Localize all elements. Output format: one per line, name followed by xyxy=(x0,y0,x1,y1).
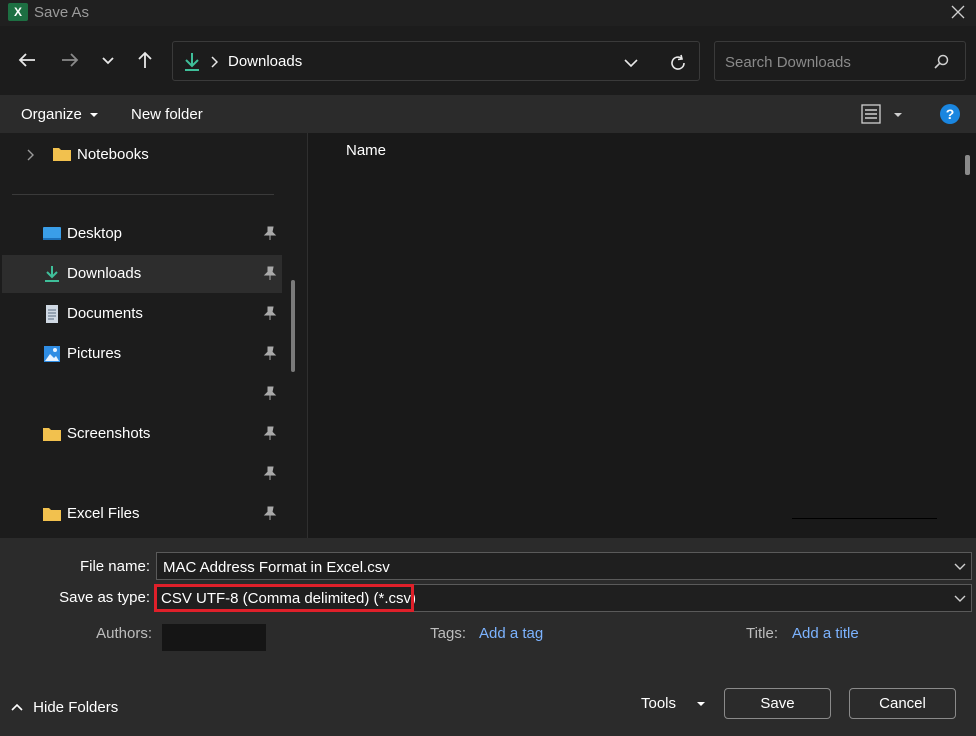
tools-label: Tools xyxy=(641,695,677,712)
nav-item-unlabeled-2[interactable] xyxy=(2,455,282,493)
save-button[interactable]: Save xyxy=(724,688,831,719)
file-name-field[interactable] xyxy=(156,552,972,580)
details-view-icon xyxy=(861,104,881,124)
nav-scrollbar[interactable] xyxy=(291,280,295,372)
add-title-link[interactable]: Add a title xyxy=(792,625,859,642)
authors-field[interactable] xyxy=(162,624,266,651)
folder-icon xyxy=(43,508,61,521)
file-list-scrollbar[interactable] xyxy=(965,155,970,175)
file-list-pane[interactable] xyxy=(307,133,976,538)
nav-item-screenshots[interactable]: Screenshots xyxy=(2,415,282,453)
pin-icon xyxy=(263,306,277,320)
title-bar xyxy=(0,0,976,26)
document-icon xyxy=(46,305,58,323)
pin-icon xyxy=(263,266,277,280)
pictures-icon xyxy=(44,346,60,362)
hide-folders-button[interactable]: Hide Folders xyxy=(10,699,118,716)
chevron-down-icon[interactable] xyxy=(954,593,966,603)
nav-item-pictures[interactable]: Pictures xyxy=(2,335,282,373)
pin-icon xyxy=(263,386,277,400)
save-type-label: Save as type: xyxy=(59,589,150,606)
nav-item-notebooks[interactable]: Notebooks xyxy=(24,144,304,166)
close-icon xyxy=(951,5,965,19)
search-box[interactable] xyxy=(714,41,966,81)
expand-chevron-icon[interactable] xyxy=(26,148,36,162)
organize-label: Organize xyxy=(21,106,82,123)
hide-folders-label: Hide Folders xyxy=(33,699,119,716)
nav-label-desktop: Desktop xyxy=(67,225,123,242)
download-icon xyxy=(45,266,59,282)
up-button[interactable] xyxy=(133,50,157,74)
nav-divider xyxy=(12,194,274,195)
breadcrumb-downloads[interactable]: Downloads xyxy=(228,53,302,70)
column-header-name[interactable]: Name xyxy=(346,142,386,159)
download-icon xyxy=(185,53,199,71)
nav-label-screenshots: Screenshots xyxy=(67,425,151,442)
nav-item-excel-files[interactable]: Excel Files xyxy=(2,495,282,533)
view-options-button[interactable] xyxy=(861,104,905,126)
chevron-down-icon[interactable] xyxy=(954,561,966,571)
horizontal-scroll-track xyxy=(792,518,937,519)
arrow-left-icon xyxy=(18,53,35,67)
pin-icon xyxy=(263,226,277,240)
authors-label: Authors: xyxy=(96,625,152,642)
caret-down-icon xyxy=(894,113,902,117)
refresh-icon[interactable] xyxy=(668,53,688,73)
pin-icon xyxy=(263,346,277,360)
nav-item-desktop[interactable]: Desktop xyxy=(2,215,282,253)
arrow-right-icon xyxy=(62,53,79,67)
folder-icon xyxy=(53,148,71,161)
nav-label-pictures: Pictures xyxy=(67,345,122,362)
organize-menu[interactable]: Organize xyxy=(21,106,99,123)
title-label: Title: xyxy=(746,625,778,642)
save-type-highlight xyxy=(154,584,414,612)
forward-button[interactable] xyxy=(57,50,83,74)
pin-icon xyxy=(263,426,277,440)
address-dropdown-icon[interactable] xyxy=(623,55,639,71)
window-title: Save As xyxy=(34,4,90,21)
chevron-down-icon xyxy=(102,57,114,65)
pin-icon xyxy=(263,506,277,520)
nav-item-documents[interactable]: Documents xyxy=(2,295,282,333)
back-button[interactable] xyxy=(14,50,40,74)
caret-down-icon xyxy=(697,702,706,706)
recent-locations-button[interactable] xyxy=(98,52,118,72)
nav-label-downloads: Downloads xyxy=(67,265,142,282)
add-tag-link[interactable]: Add a tag xyxy=(479,625,543,642)
pin-icon xyxy=(263,466,277,480)
close-button[interactable] xyxy=(946,1,970,23)
nav-label-excel-files: Excel Files xyxy=(67,505,140,522)
tags-label: Tags: xyxy=(430,625,466,642)
chevron-up-icon xyxy=(11,703,23,711)
nav-label-notebooks: Notebooks xyxy=(77,146,149,163)
nav-label-documents: Documents xyxy=(67,305,143,322)
file-name-label: File name: xyxy=(79,558,150,575)
arrow-up-icon xyxy=(138,51,152,68)
caret-down-icon xyxy=(90,113,99,117)
search-icon xyxy=(934,54,949,69)
excel-app-icon: X xyxy=(8,3,28,21)
cancel-button[interactable]: Cancel xyxy=(849,688,956,719)
search-input[interactable] xyxy=(723,51,927,73)
tools-menu[interactable]: Tools xyxy=(641,695,706,712)
folder-icon xyxy=(43,428,61,441)
nav-item-unlabeled-1[interactable] xyxy=(2,375,282,413)
file-name-input[interactable] xyxy=(163,557,933,577)
desktop-icon xyxy=(43,227,61,240)
address-bar[interactable]: Downloads xyxy=(172,41,700,81)
chevron-right-icon xyxy=(211,56,218,68)
nav-item-downloads[interactable]: Downloads xyxy=(2,255,282,293)
help-button[interactable]: ? xyxy=(940,104,960,124)
new-folder-button[interactable]: New folder xyxy=(131,106,203,123)
